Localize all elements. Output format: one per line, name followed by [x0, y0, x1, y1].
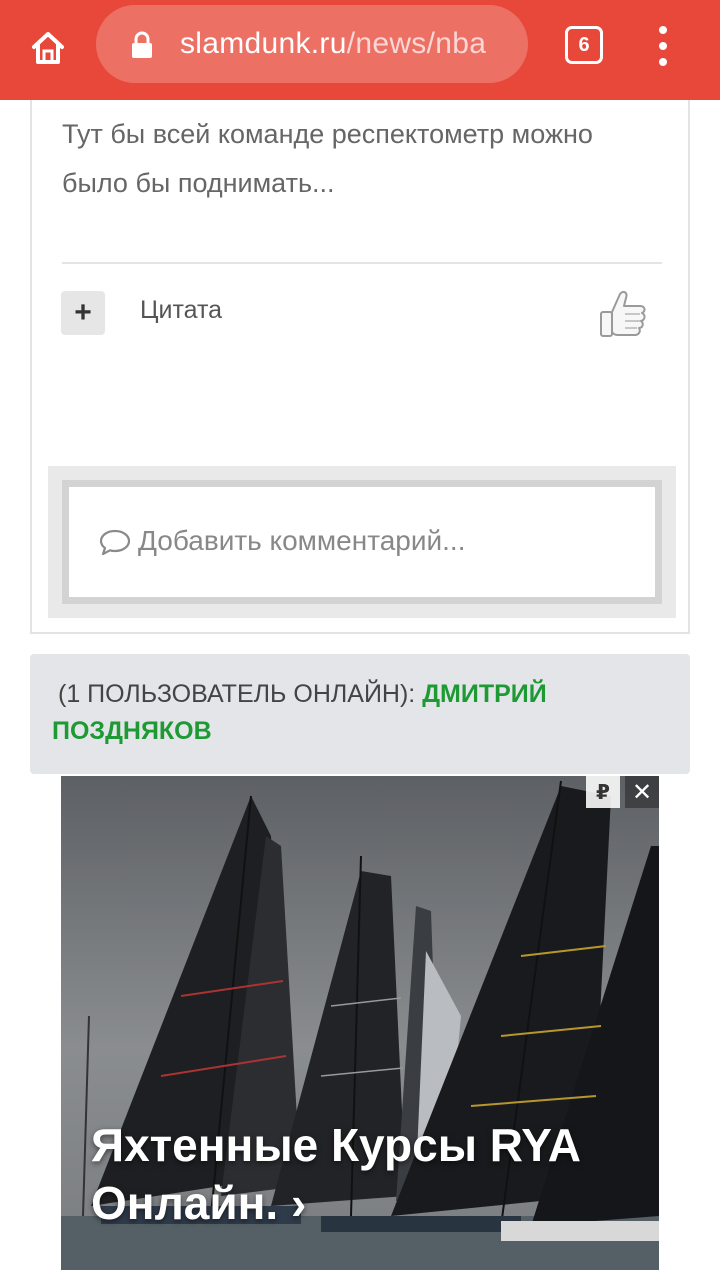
ad-title[interactable]: Яхтенные Курсы RYA Онлайн. › [91, 1116, 631, 1232]
ad-ruble-badge[interactable]: ₽ [586, 776, 620, 808]
add-comment-box[interactable]: Добавить комментарий... [62, 480, 662, 604]
add-comment-area: Добавить комментарий... [48, 466, 676, 618]
tab-switcher-button[interactable]: 6 [565, 26, 603, 64]
home-icon [32, 32, 64, 64]
add-comment-placeholder: Добавить комментарий... [138, 525, 466, 556]
advertisement[interactable]: Яхтенные Курсы RYA Онлайн. › ₽ ✕ [61, 776, 659, 1270]
divider [62, 262, 662, 264]
more-vert-icon[interactable] [650, 26, 676, 66]
home-button[interactable] [22, 22, 74, 74]
url-domain: slamdunk.ru [180, 27, 347, 60]
browser-toolbar: slamdunk.ru/news/nba 6 [0, 0, 720, 100]
online-count: (1 пользователь онлайн): [58, 680, 416, 708]
url-text: slamdunk.ru/news/nba [180, 27, 486, 61]
quote-label[interactable]: Цитата [140, 296, 222, 325]
address-bar[interactable]: slamdunk.ru/news/nba [96, 5, 528, 83]
url-path: /news/nba [346, 27, 487, 60]
online-users-panel: (1 пользователь онлайн): Дмитрий Поздняк… [30, 654, 690, 774]
online-users-text: (1 пользователь онлайн): Дмитрий Поздняк… [52, 676, 652, 750]
comment-card: Тут бы всей команде респектометр можно б… [30, 100, 690, 634]
speech-bubble-icon [99, 529, 131, 556]
add-comment-field[interactable]: Добавить комментарий... [69, 487, 655, 597]
comment-text: Тут бы всей команде респектометр можно б… [62, 119, 593, 198]
quote-plus-button[interactable]: + [61, 291, 105, 335]
thumbs-up-icon[interactable] [594, 286, 650, 342]
lock-icon [132, 31, 152, 58]
ad-close-button[interactable]: ✕ [625, 776, 659, 808]
